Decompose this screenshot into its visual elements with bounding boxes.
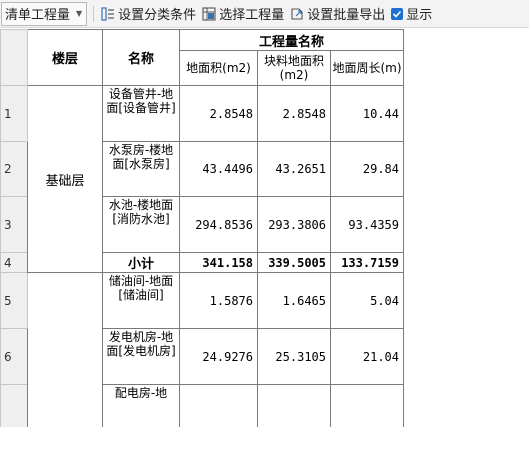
select-quantity-button[interactable]: 选择工程量 xyxy=(199,3,287,25)
floor-area-header: 地面积(m2) xyxy=(179,50,258,86)
row-number: 4 xyxy=(0,252,28,273)
subtotal-floor-area: 341.158 xyxy=(179,252,258,273)
name-cell[interactable]: 水池-楼地面[消防水池] xyxy=(102,196,180,253)
floor-area-cell[interactable]: 24.9276 xyxy=(179,328,258,385)
tile-floor-area-cell[interactable]: 25.3105 xyxy=(257,328,331,385)
subtotal-tile-floor-area: 339.5005 xyxy=(257,252,331,273)
floor-perimeter-cell[interactable]: 10.44 xyxy=(330,85,404,142)
name-header: 名称 xyxy=(102,29,180,86)
name-cell[interactable]: 设备管井-地面[设备管井] xyxy=(102,85,180,142)
name-cell[interactable]: 配电房-地 xyxy=(102,384,180,427)
chevron-down-icon: ▼ xyxy=(76,9,83,18)
floor-area-cell[interactable] xyxy=(179,384,258,427)
tile-floor-area-cell[interactable]: 293.3806 xyxy=(257,196,331,253)
row-number: 3 xyxy=(0,196,28,253)
floor-cell[interactable]: 基础层 xyxy=(27,85,103,273)
export-icon xyxy=(291,7,303,20)
floor-perimeter-header: 地面周长(m) xyxy=(330,50,404,86)
row-number xyxy=(0,384,28,427)
tile-floor-area-cell[interactable]: 2.8548 xyxy=(257,85,331,142)
toolbar-separator xyxy=(93,5,95,22)
row-number: 1 xyxy=(0,85,28,142)
floor-perimeter-cell[interactable]: 29.84 xyxy=(330,141,404,197)
floor-perimeter-cell[interactable] xyxy=(330,384,404,427)
table-row[interactable]: 5 储油间-地面[储油间] 1.5876 1.6465 5.04 xyxy=(0,272,404,427)
subtotal-label: 小计 xyxy=(102,252,180,273)
quantity-table: 楼层 名称 工程量名称 地面积(m2) 块料地面积(m2) 地面周长(m) 1 … xyxy=(0,29,404,427)
blank-area xyxy=(0,427,529,454)
floor-area-cell[interactable]: 1.5876 xyxy=(179,272,258,329)
table-row[interactable]: 1 基础层 设备管井-地面[设备管井] 2.8548 2.8548 10.44 xyxy=(0,85,404,273)
name-cell[interactable]: 储油间-地面[储油间] xyxy=(102,272,180,329)
floor-header: 楼层 xyxy=(27,29,103,86)
subtotal-floor-perimeter: 133.7159 xyxy=(330,252,404,273)
set-category-label: 设置分类条件 xyxy=(118,8,197,23)
quantity-table-area: 楼层 名称 工程量名称 地面积(m2) 块料地面积(m2) 地面周长(m) 1 … xyxy=(0,29,529,427)
show-checkbox[interactable]: 显示 xyxy=(388,3,432,25)
quantity-group-header: 工程量名称 xyxy=(179,29,404,51)
row-number: 6 xyxy=(0,328,28,385)
floor-area-cell[interactable]: 294.8536 xyxy=(179,196,258,253)
floor-area-cell[interactable]: 43.4496 xyxy=(179,141,258,197)
toolbar: 清单工程量 ▼ 设置分类条件 选择工程量 设置批量导出 显示 xyxy=(0,0,529,28)
category-filter-icon xyxy=(101,6,115,21)
tile-floor-area-header: 块料地面积(m2) xyxy=(257,50,331,86)
floor-perimeter-cell[interactable]: 93.4359 xyxy=(330,196,404,253)
floor-perimeter-cell[interactable]: 21.04 xyxy=(330,328,404,385)
grid-select-icon xyxy=(202,6,216,21)
floor-perimeter-cell[interactable]: 5.04 xyxy=(330,272,404,329)
name-cell[interactable]: 水泵房-楼地面[水泵房] xyxy=(102,141,180,197)
floor-cell[interactable] xyxy=(27,272,103,427)
row-number-header xyxy=(0,29,28,86)
floor-area-cell[interactable]: 2.8548 xyxy=(179,85,258,142)
checkmark-icon xyxy=(391,7,404,20)
batch-export-label: 设置批量导出 xyxy=(307,8,386,23)
quantity-type-dropdown[interactable]: 清单工程量 ▼ xyxy=(1,1,88,26)
name-cell[interactable]: 发电机房-地面[发电机房] xyxy=(102,328,180,385)
show-checkbox-label: 显示 xyxy=(406,8,433,23)
tile-floor-area-cell[interactable]: 1.6465 xyxy=(257,272,331,329)
row-number: 5 xyxy=(0,272,28,329)
select-quantity-label: 选择工程量 xyxy=(219,8,285,23)
quantity-type-label: 清单工程量 xyxy=(5,8,71,23)
row-number: 2 xyxy=(0,141,28,197)
tile-floor-area-cell[interactable]: 43.2651 xyxy=(257,141,331,197)
tile-floor-area-cell[interactable] xyxy=(257,384,331,427)
batch-export-button[interactable]: 设置批量导出 xyxy=(287,3,388,25)
set-category-button[interactable]: 设置分类条件 xyxy=(98,3,199,25)
